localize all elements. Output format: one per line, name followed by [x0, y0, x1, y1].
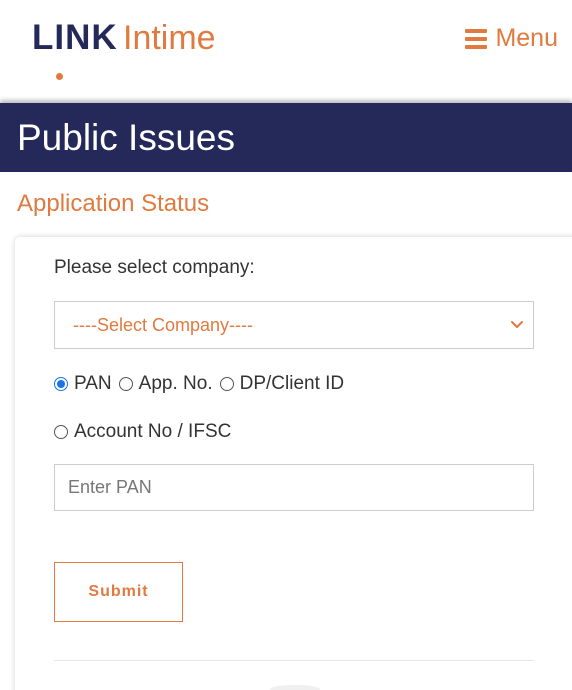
radio-dp-client-id[interactable]: DP/Client ID — [219, 373, 345, 395]
divider — [54, 660, 534, 661]
search-type-row-1: PAN App. No. DP/Client ID — [54, 373, 351, 395]
section-subtitle: Application Status — [17, 190, 210, 217]
chevron-down-icon — [511, 321, 523, 328]
radio-pan-label: PAN — [74, 373, 112, 394]
radio-app-no-control[interactable] — [118, 377, 133, 391]
site-header: LINK Intime Menu — [0, 0, 572, 103]
faint-shadow — [270, 685, 320, 690]
pan-input-wrapper — [54, 464, 534, 511]
menu-button[interactable]: Menu — [465, 24, 558, 53]
search-type-row-2: Account No / IFSC — [54, 421, 238, 443]
company-select[interactable]: ----Select Company---- — [54, 301, 534, 349]
logo-dot — [56, 73, 63, 80]
page-title: Public Issues — [17, 117, 235, 158]
radio-pan[interactable]: PAN — [54, 373, 112, 395]
submit-button[interactable]: Submit — [54, 562, 183, 622]
radio-account-ifsc-control[interactable] — [54, 425, 68, 439]
radio-account-ifsc[interactable]: Account No / IFSC — [54, 421, 231, 443]
company-select-value: ----Select Company---- — [73, 315, 254, 335]
menu-label: Menu — [495, 24, 558, 52]
title-band: Public Issues — [0, 103, 572, 172]
company-select-label: Please select company: — [54, 257, 255, 278]
radio-dp-client-id-label: DP/Client ID — [239, 373, 345, 394]
radio-pan-control[interactable] — [54, 377, 68, 391]
radio-app-no[interactable]: App. No. — [118, 373, 213, 395]
logo-link-text: LINK — [32, 18, 118, 57]
logo-intime-text: Intime — [123, 19, 216, 57]
radio-dp-client-id-control[interactable] — [219, 377, 234, 391]
hamburger-icon — [465, 28, 488, 49]
radio-app-no-label: App. No. — [138, 373, 213, 394]
radio-account-ifsc-label: Account No / IFSC — [74, 421, 232, 442]
pan-input[interactable] — [55, 465, 533, 510]
